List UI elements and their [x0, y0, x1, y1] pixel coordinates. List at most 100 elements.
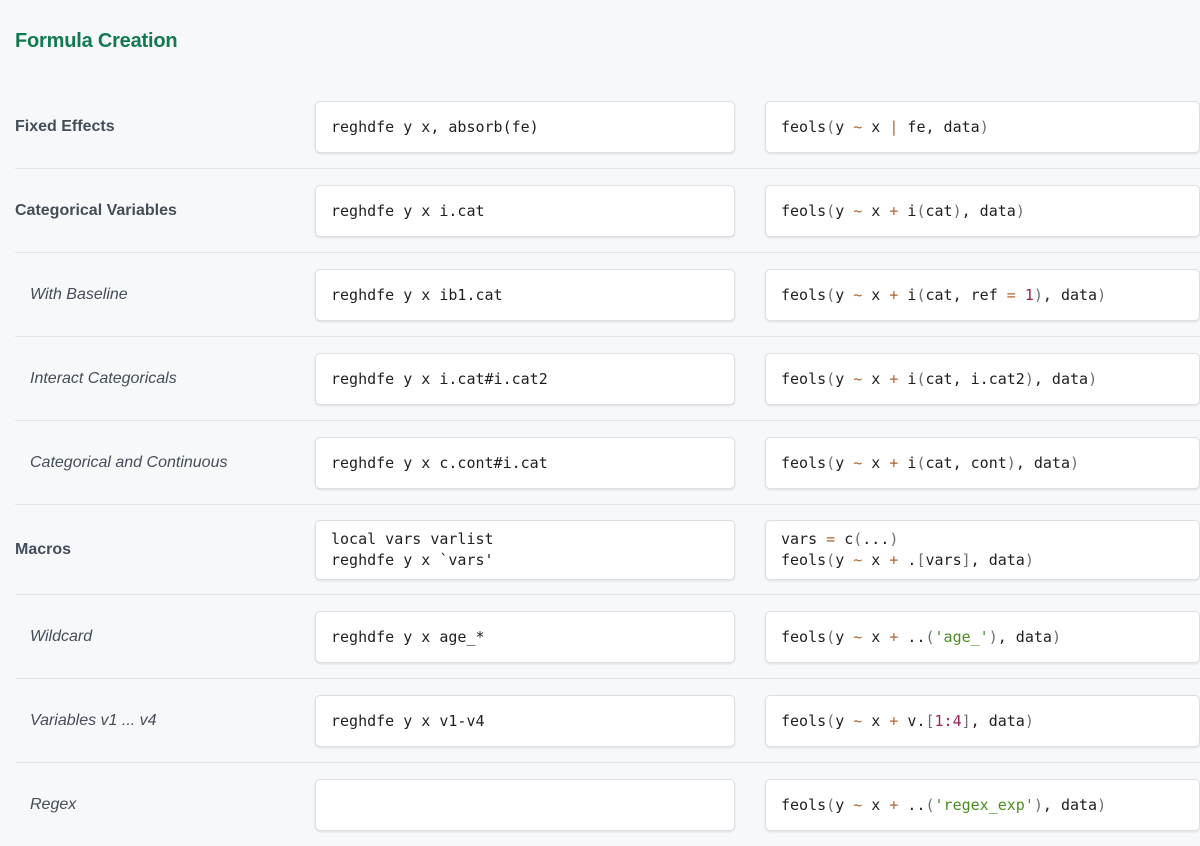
r-code-line: feols(y ~ x + i(cat, ref = 1), data) — [781, 285, 1199, 306]
code-token: y — [835, 369, 854, 388]
stata-code-line: local vars varlist — [331, 530, 494, 548]
code-token: ( — [853, 530, 863, 548]
r-code-box[interactable]: feols(y ~ x + v.[1:4], data) — [765, 695, 1200, 747]
code-token: y — [835, 201, 854, 220]
code-token: y — [835, 285, 854, 304]
code-token: , data — [970, 551, 1025, 569]
code-token: ( — [826, 627, 836, 646]
code-token: ( — [826, 369, 836, 388]
row-label: With Baseline — [30, 285, 128, 303]
code-token: cat, ref — [925, 285, 1007, 304]
row-label: Categorical Variables — [15, 201, 177, 219]
code-token: i — [898, 453, 917, 472]
table-row: Fixed Effects reghdfe y x, absorb(fe) feol… — [15, 85, 1200, 169]
stata-code-box[interactable]: reghdfe y x c.cont#i.cat — [315, 437, 735, 489]
code-token: ) — [1097, 285, 1107, 304]
code-token: , data — [970, 711, 1025, 730]
code-token: ( — [826, 117, 836, 136]
code-token: = — [826, 530, 836, 548]
code-token: ~ — [853, 551, 863, 569]
code-token: feols — [781, 201, 827, 220]
code-token: ~ — [853, 627, 863, 646]
code-token: ( — [826, 453, 836, 472]
code-token: feols — [781, 627, 827, 646]
r-code-line: feols(y ~ x + ..('age_'), data) — [781, 627, 1199, 648]
code-token: y — [835, 551, 854, 569]
row-label: Wildcard — [30, 627, 93, 645]
table-row: Macros local vars varlist reghdfe y x `var… — [15, 505, 1200, 595]
code-token: ) — [1015, 201, 1025, 220]
stata-code-box[interactable]: local vars varlist reghdfe y x `vars' — [315, 520, 735, 580]
code-token: ~ — [853, 711, 863, 730]
r-code-line: feols(y ~ x + i(cat), data) — [781, 201, 1199, 222]
code-token: ( — [925, 627, 935, 646]
r-code-line: feols(y ~ x | fe, data) — [781, 117, 1199, 138]
code-token: ) — [1097, 795, 1107, 814]
code-token: 1 — [1024, 285, 1034, 304]
code-token: ] — [961, 711, 971, 730]
code-token: y — [835, 453, 854, 472]
r-code-box[interactable]: feols(y ~ x + i(cat, i.cat2), data) — [765, 353, 1200, 405]
r-code-line: feols(y ~ x + .[vars], data) — [781, 550, 1199, 571]
r-code-box[interactable]: feols(y ~ x + i(cat, cont), data) — [765, 437, 1200, 489]
code-token: v. — [898, 711, 926, 730]
code-token: feols — [781, 551, 827, 569]
code-token: ( — [916, 369, 926, 388]
stata-code-box[interactable]: reghdfe y x age_* — [315, 611, 735, 663]
r-code-box[interactable]: feols(y ~ x + ..('regex_exp'), data) — [765, 779, 1200, 831]
r-code-box[interactable]: feols(y ~ x + i(cat, ref = 1), data) — [765, 269, 1200, 321]
code-token: feols — [781, 369, 827, 388]
r-code-line: vars = c(...) — [781, 529, 1199, 550]
stata-code-box[interactable]: reghdfe y x i.cat#i.cat2 — [315, 353, 735, 405]
code-token: [ — [925, 711, 935, 730]
code-token: ) — [1024, 551, 1034, 569]
code-token: feols — [781, 453, 827, 472]
code-token: ~ — [853, 117, 863, 136]
code-token: , data — [961, 201, 1016, 220]
code-token: ~ — [853, 795, 863, 814]
stata-code-box[interactable]: reghdfe y x ib1.cat — [315, 269, 735, 321]
code-token: ~ — [853, 285, 863, 304]
r-code-box[interactable]: feols(y ~ x + ..('age_'), data) — [765, 611, 1200, 663]
code-token: ) — [979, 117, 989, 136]
stata-code-box[interactable]: reghdfe y x v1-v4 — [315, 695, 735, 747]
stata-code-line: reghdfe y x `vars' — [331, 551, 494, 569]
table-row: Interact Categoricals reghdfe y x i.cat#i… — [15, 337, 1200, 421]
code-token: ) — [1033, 795, 1043, 814]
row-label: Macros — [15, 540, 72, 558]
stata-code-line: reghdfe y x c.cont#i.cat — [331, 453, 548, 472]
code-token: ) — [1006, 453, 1016, 472]
r-code-box[interactable]: vars = c(...) feols(y ~ x + .[vars], data… — [765, 520, 1200, 580]
stata-code-box[interactable] — [315, 779, 735, 831]
code-token: feols — [781, 285, 827, 304]
code-token: 'regex_exp' — [934, 795, 1034, 814]
stata-code-box[interactable]: reghdfe y x i.cat — [315, 185, 735, 237]
r-code-box[interactable]: feols(y ~ x + i(cat), data) — [765, 185, 1200, 237]
code-token: x — [862, 711, 890, 730]
code-token: ) — [1051, 627, 1061, 646]
r-code-box[interactable]: feols(y ~ x | fe, data) — [765, 101, 1200, 153]
code-token: ( — [826, 551, 836, 569]
code-token: ) — [1070, 453, 1080, 472]
code-token: y — [835, 711, 854, 730]
code-token: i — [898, 285, 917, 304]
code-token: ( — [826, 285, 836, 304]
row-label: Interact Categoricals — [30, 369, 177, 387]
r-code-line: feols(y ~ x + ..('regex_exp'), data) — [781, 795, 1199, 816]
code-token: x — [862, 117, 890, 136]
code-token: y — [835, 117, 854, 136]
stata-code-line: reghdfe y x, absorb(fe) — [331, 117, 539, 136]
code-token: x — [862, 453, 890, 472]
code-token: ) — [1024, 711, 1034, 730]
code-token: x — [862, 369, 890, 388]
stata-code-box[interactable]: reghdfe y x, absorb(fe) — [315, 101, 735, 153]
code-token: ... — [862, 530, 890, 548]
code-token: ( — [826, 201, 836, 220]
code-token: ~ — [853, 201, 863, 220]
code-token: .. — [898, 795, 926, 814]
code-token: ) — [952, 201, 962, 220]
formula-table: Fixed Effects reghdfe y x, absorb(fe) feol… — [15, 85, 1200, 846]
code-token: .. — [898, 627, 926, 646]
code-token: ) — [1024, 369, 1034, 388]
